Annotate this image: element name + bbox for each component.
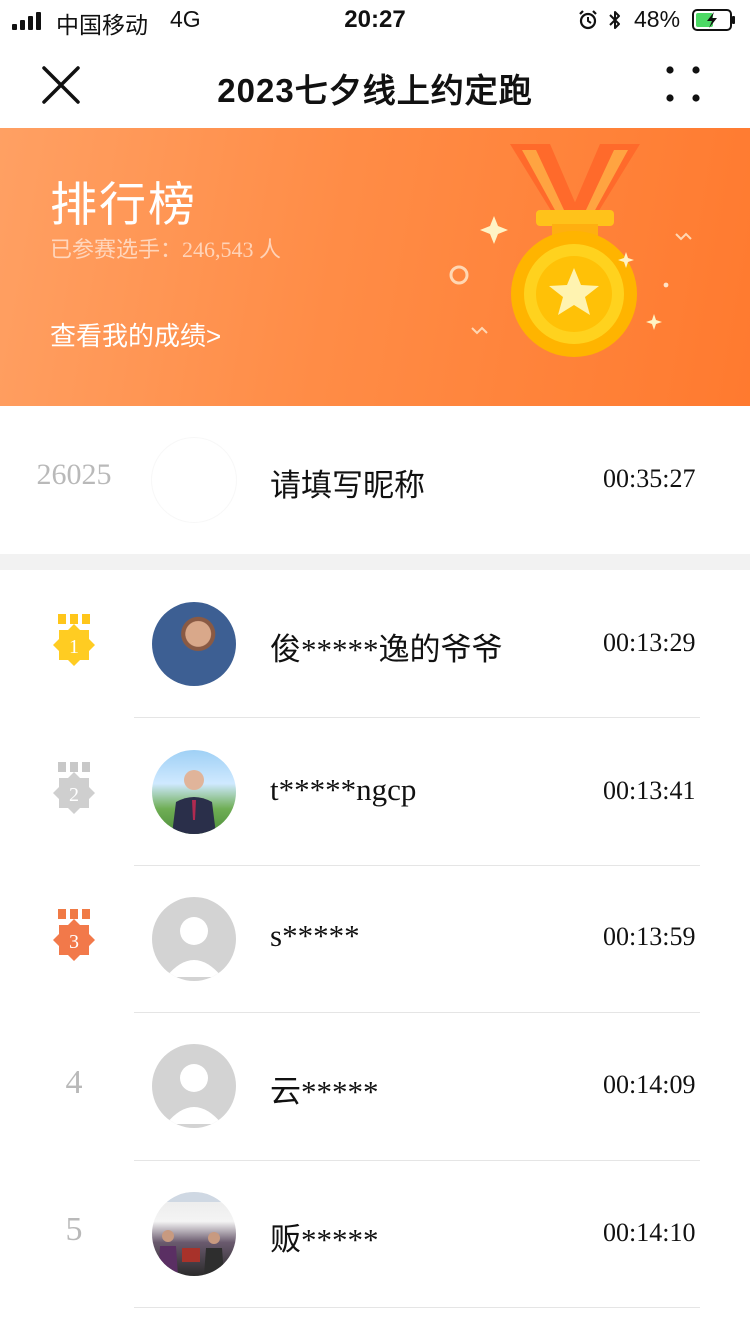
- bluetooth-icon: [609, 11, 620, 29]
- banner-title: 排行榜: [50, 178, 197, 231]
- medal-illustration-icon: [449, 144, 692, 357]
- player-name: s*****: [270, 918, 360, 953]
- player-name: 贩*****: [270, 1222, 379, 1257]
- player-name: 俊*****逸的爷爷: [270, 632, 503, 667]
- my-nickname: 请填写昵称: [270, 468, 425, 503]
- my-rank-number: 26025: [36, 458, 112, 491]
- avatar: [152, 602, 236, 686]
- my-time: 00:35:27: [603, 464, 696, 493]
- row-divider: [134, 717, 700, 718]
- my-score-link[interactable]: 查看我的成绩>: [50, 316, 221, 353]
- silver-medal-icon: 2: [53, 762, 95, 814]
- player-name: 云*****: [270, 1074, 379, 1109]
- nav-bar: 2023七夕线上约定跑: [0, 40, 750, 128]
- my-rank-row[interactable]: 26025 请填写昵称 00:35:27: [0, 406, 750, 554]
- avatar: [152, 1192, 236, 1276]
- player-time: 00:14:10: [603, 1218, 696, 1247]
- gold-medal-icon: 1: [53, 614, 95, 666]
- avatar: [152, 750, 236, 834]
- group-photo-icon: [152, 1192, 236, 1276]
- player-time: 00:14:09: [603, 1070, 696, 1099]
- row-divider: [134, 1012, 700, 1013]
- rank-number: 5: [65, 1211, 83, 1248]
- section-divider: [0, 554, 750, 570]
- bronze-medal-icon: 3: [53, 909, 95, 961]
- my-avatar: [152, 438, 236, 522]
- battery-percent: 48%: [634, 6, 681, 32]
- leaderboard-banner: 排行榜 已参赛选手：246,543 人 查看我的成绩>: [0, 128, 750, 406]
- participant-count: 已参赛选手：246,543 人: [50, 237, 282, 262]
- player-time: 00:13:41: [603, 776, 696, 805]
- player-name: t*****ngcp: [270, 772, 417, 807]
- medal-rank-number: 2: [69, 784, 79, 806]
- alarm-icon: [579, 10, 597, 30]
- medal-rank-number: 1: [69, 636, 79, 658]
- person-photo-icon: [172, 770, 216, 834]
- row-divider: [134, 1307, 700, 1308]
- status-bar: 中国移动 4G 20:27 48%: [0, 0, 750, 40]
- player-time: 00:13:29: [603, 628, 696, 657]
- battery-charging-icon: [692, 9, 735, 31]
- row-divider: [134, 865, 700, 866]
- player-time: 00:13:59: [603, 922, 696, 951]
- default-avatar-icon: [152, 1044, 236, 1128]
- row-divider: [134, 1160, 700, 1161]
- medal-rank-number: 3: [69, 931, 79, 953]
- more-dots-icon[interactable]: [662, 64, 704, 106]
- page-title: 2023七夕线上约定跑: [217, 72, 533, 109]
- default-avatar-icon: [152, 897, 236, 981]
- rank-number: 4: [65, 1064, 83, 1101]
